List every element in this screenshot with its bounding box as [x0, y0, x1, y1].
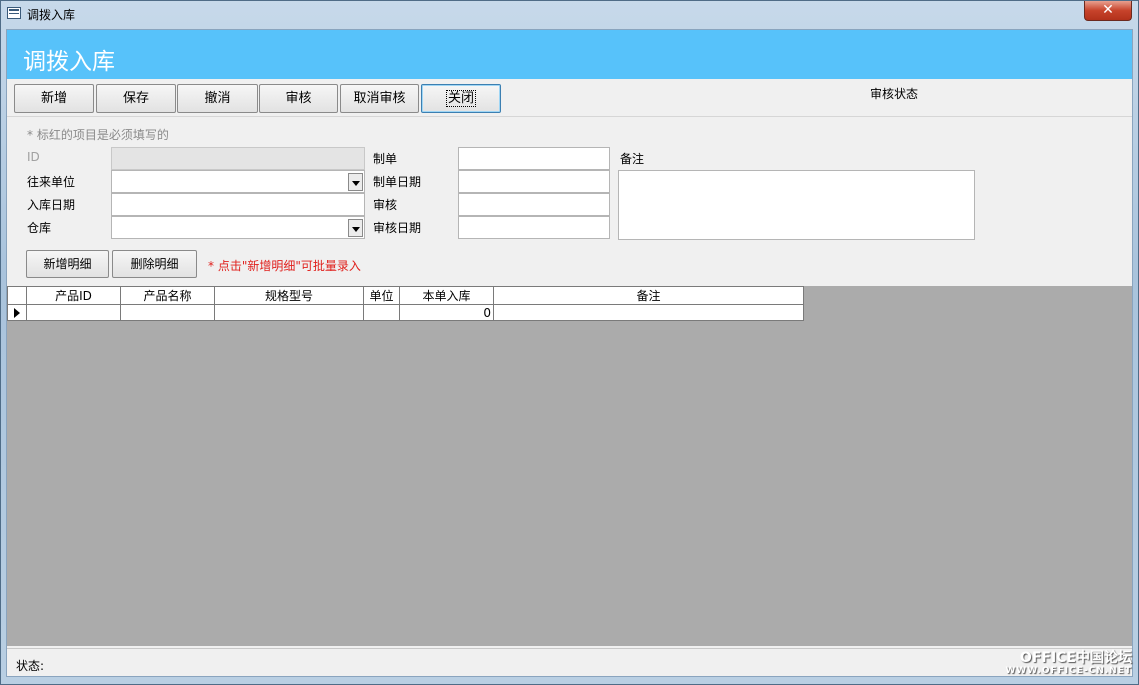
- status-label: 状态:: [16, 659, 45, 673]
- current-record-arrow-icon[interactable]: [7, 304, 27, 321]
- make-date-field[interactable]: [458, 170, 610, 193]
- undo-button[interactable]: 撤消: [177, 84, 258, 113]
- watermark-line2: WWW.OFFICE-CN.NET: [1005, 666, 1132, 676]
- inbound-date-field[interactable]: [111, 193, 365, 216]
- audit-status-label: 审核状态: [870, 87, 919, 101]
- new-button[interactable]: 新增: [14, 84, 94, 113]
- remark-textarea[interactable]: [618, 170, 975, 240]
- window: 调拨入库 ✕ 调拨入库 新增 保存 撤消 审核 取消审核 关闭 审核状态 * 标…: [0, 0, 1139, 685]
- watermark-line1: OFFICE中国论坛: [1019, 650, 1132, 666]
- close-window-button[interactable]: ✕: [1084, 1, 1132, 21]
- column-header[interactable]: 产品名称: [120, 286, 215, 305]
- add-detail-button[interactable]: 新增明细: [26, 250, 109, 278]
- column-header[interactable]: 备注: [493, 286, 804, 305]
- id-field: [111, 147, 365, 170]
- required-hint: * 标红的项目是必须填写的: [27, 128, 169, 142]
- table-row[interactable]: 0: [7, 304, 804, 321]
- audit-date-field[interactable]: [458, 216, 610, 239]
- detail-grid-area: 产品ID 产品名称 规格型号 单位 本单入库 备注 0: [7, 286, 1132, 646]
- chevron-down-icon[interactable]: [348, 219, 363, 237]
- maker-label: 制单: [373, 152, 398, 166]
- partner-label: 往来单位: [27, 175, 76, 189]
- auditor-label: 审核: [373, 198, 398, 212]
- audit-button[interactable]: 审核: [259, 84, 338, 113]
- auditor-field[interactable]: [458, 193, 610, 216]
- form-client-area: 调拨入库 新增 保存 撤消 审核 取消审核 关闭 审核状态 * 标红的项目是必须…: [6, 29, 1133, 677]
- close-button[interactable]: 关闭: [421, 84, 501, 113]
- batch-entry-hint: * 点击"新增明细"可批量录入: [208, 259, 361, 273]
- warehouse-combobox[interactable]: [111, 216, 365, 239]
- row-selector-header: [7, 286, 27, 305]
- form-icon: [7, 7, 21, 19]
- close-button-label: 关闭: [445, 90, 476, 107]
- maker-field[interactable]: [458, 147, 610, 170]
- grid-cell[interactable]: [493, 304, 804, 321]
- grid-header-row: 产品ID 产品名称 规格型号 单位 本单入库 备注: [7, 286, 804, 305]
- id-label: ID: [27, 150, 40, 164]
- form-header: 调拨入库: [7, 30, 1132, 79]
- save-button[interactable]: 保存: [96, 84, 176, 113]
- remark-label: 备注: [620, 152, 645, 166]
- cancel-audit-button[interactable]: 取消审核: [340, 84, 419, 113]
- audit-date-label: 审核日期: [373, 221, 422, 235]
- column-header[interactable]: 本单入库: [399, 286, 494, 305]
- chevron-down-icon[interactable]: [348, 173, 363, 191]
- inbound-date-label: 入库日期: [27, 198, 76, 212]
- make-date-label: 制单日期: [373, 175, 422, 189]
- detail-section: * 标红的项目是必须填写的 ID 往来单位 入库日期 仓库 制单 制单日期 审核…: [7, 118, 1132, 286]
- window-title: 调拨入库: [27, 8, 76, 22]
- title-bar: 调拨入库 ✕: [1, 1, 1138, 27]
- grid-cell[interactable]: 0: [399, 304, 494, 321]
- form-title: 调拨入库: [23, 49, 115, 75]
- grid-cell[interactable]: [26, 304, 121, 321]
- column-header[interactable]: 产品ID: [26, 286, 121, 305]
- grid-cell[interactable]: [214, 304, 364, 321]
- watermark-logo: OFFICE中国论坛 WWW.OFFICE-CN.NET: [1005, 650, 1132, 677]
- detail-grid: 产品ID 产品名称 规格型号 单位 本单入库 备注 0: [7, 286, 804, 321]
- partner-combobox[interactable]: [111, 170, 365, 193]
- grid-cell[interactable]: [363, 304, 400, 321]
- warehouse-label: 仓库: [27, 221, 52, 235]
- toolbar: 新增 保存 撤消 审核 取消审核 关闭 审核状态: [7, 79, 1132, 117]
- column-header[interactable]: 单位: [363, 286, 400, 305]
- grid-cell[interactable]: [120, 304, 215, 321]
- column-header[interactable]: 规格型号: [214, 286, 364, 305]
- status-bar: 状态: OFFICE中国论坛 WWW.OFFICE-CN.NET: [7, 648, 1132, 676]
- delete-detail-button[interactable]: 删除明细: [112, 250, 197, 278]
